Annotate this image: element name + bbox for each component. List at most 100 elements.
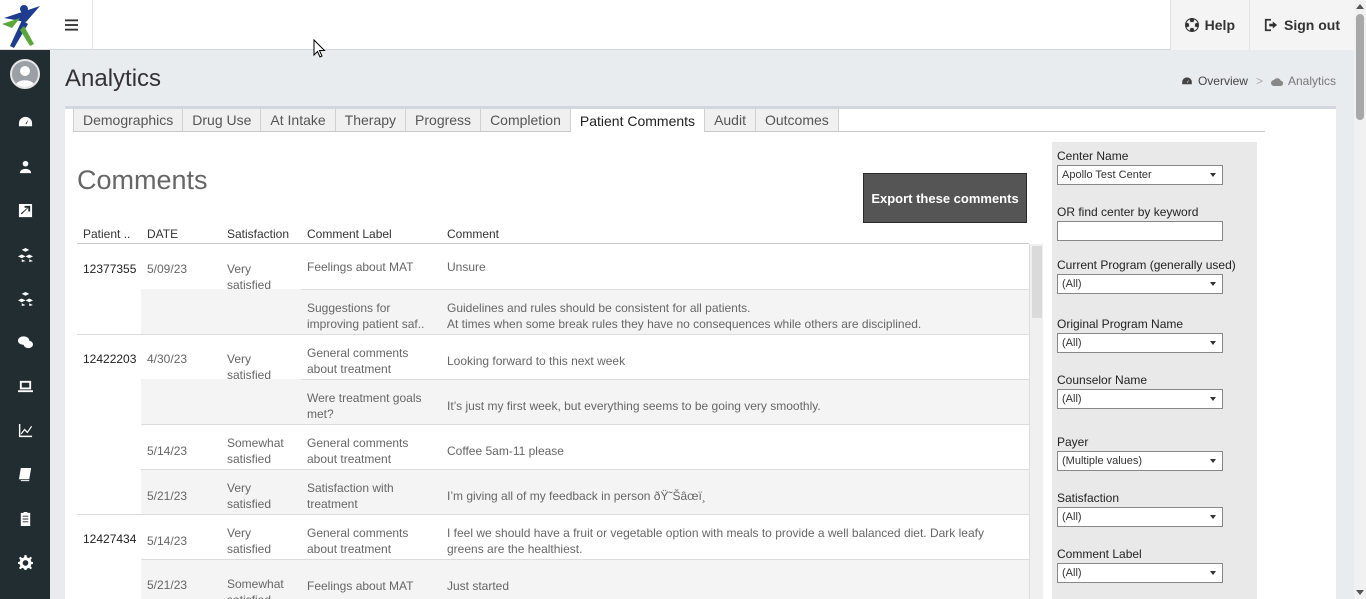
cell-label-line1: Suggestions for — [307, 301, 391, 315]
filter-satisfaction-select[interactable]: (All) — [1057, 507, 1223, 527]
menu-toggle-button[interactable] — [50, 0, 93, 50]
filter-current-program-label: Current Program (generally used) — [1057, 258, 1236, 272]
patient-id: 12427434 — [83, 532, 137, 546]
cell-satisfaction-line2: satisfied — [227, 497, 272, 511]
cell-comment-label: Suggestions for improving patient saf.. — [307, 300, 441, 332]
cell-label-line1: General comments — [307, 346, 409, 360]
col-patient[interactable]: Patient .. — [83, 227, 130, 241]
tab-patient-comments[interactable]: Patient Comments — [570, 109, 706, 132]
tab-at-intake[interactable]: At Intake — [261, 109, 336, 131]
breadcrumb-separator: > — [1255, 74, 1263, 88]
clipboard-icon — [20, 511, 30, 526]
patient-id: 12422203 — [83, 352, 137, 366]
external-icon — [18, 203, 32, 217]
cell-comment: Just started — [447, 578, 1022, 594]
tab-progress[interactable]: Progress — [406, 109, 482, 131]
filter-original-program-label: Original Program Name — [1057, 317, 1184, 331]
book-icon — [18, 467, 31, 481]
logo-icon — [2, 5, 40, 48]
signout-button[interactable]: Sign out — [1249, 0, 1354, 50]
page-scrollbar[interactable] — [1354, 0, 1366, 599]
filter-payer-select[interactable]: (Multiple values) — [1057, 451, 1223, 471]
filter-current-program-select[interactable]: (All) — [1057, 274, 1223, 294]
tab-demographics[interactable]: Demographics — [73, 109, 184, 131]
filter-original-program-select[interactable]: (All) — [1057, 333, 1223, 353]
cell-date: 4/30/23 — [147, 352, 188, 366]
col-satisfaction[interactable]: Satisfaction — [227, 227, 289, 241]
row-divider — [141, 559, 1029, 560]
cell-comment: Unsure — [447, 259, 1022, 275]
cell-comment: Guidelines and rules should be consisten… — [447, 300, 1022, 332]
filter-payer-label: Payer — [1057, 435, 1089, 449]
cell-comment-label: Satisfaction with treatment — [307, 480, 441, 512]
cell-date: 5/14/23 — [147, 444, 188, 458]
scroll-up-arrow-icon[interactable] — [1356, 4, 1364, 9]
row-divider — [141, 469, 1029, 470]
cell-date: 5/09/23 — [147, 262, 188, 276]
col-comment-label[interactable]: Comment Label — [307, 227, 392, 241]
dashboard-icon — [18, 116, 32, 126]
cell-label-line2: about treatment — [307, 542, 392, 556]
sidebar-item-library[interactable] — [0, 459, 50, 489]
cell-comment: Coffee 5am-11 please — [447, 443, 1022, 459]
cell-satisfaction: Very satisfied — [227, 480, 271, 512]
cell-comment-line1: I feel we should have a fruit or vegetab… — [447, 526, 984, 540]
cell-satisfaction-line1: Very — [227, 352, 252, 366]
cell-comment-line2: greens are the healthiest. — [447, 542, 583, 556]
scroll-down-arrow-icon[interactable] — [1356, 590, 1364, 595]
tab-completion[interactable]: Completion — [481, 109, 571, 131]
cell-comment-line1: I’m giving all of my feedback in person … — [447, 489, 706, 503]
cell-comment: I feel we should have a fruit or vegetab… — [447, 525, 1022, 557]
gear-icon — [17, 554, 33, 570]
filter-comment-label-select[interactable]: (All) — [1057, 563, 1223, 583]
cell-satisfaction: Very satisfied — [227, 351, 271, 383]
cell-comment-line1: Just started — [447, 579, 510, 593]
cell-satisfaction-line2: satisfied — [227, 368, 272, 382]
filter-counselor-select[interactable]: (All) — [1057, 389, 1223, 409]
cell-satisfaction-line2: satisfied — [227, 278, 272, 292]
cell-comment-line1: Unsure — [447, 260, 486, 274]
logo[interactable] — [0, 0, 50, 50]
cell-label-line1: Were treatment goals — [307, 391, 422, 405]
tab-drug-use[interactable]: Drug Use — [183, 109, 262, 131]
page-scrollbar-thumb[interactable] — [1356, 14, 1364, 120]
col-date[interactable]: DATE — [147, 227, 178, 241]
sidebar-item-dashboard[interactable] — [0, 107, 50, 137]
export-comments-button[interactable]: Export these comments — [863, 173, 1027, 223]
sidebar-item-devices[interactable] — [0, 371, 50, 401]
avatar-icon — [15, 66, 35, 87]
sidebar-item-programs[interactable] — [0, 239, 50, 269]
sidebar-item-groups[interactable] — [0, 283, 50, 313]
hamburger-icon — [64, 19, 78, 31]
sidebar-item-settings[interactable] — [0, 547, 50, 577]
help-button[interactable]: Help — [1171, 0, 1249, 50]
sidebar-item-analytics[interactable] — [0, 415, 50, 445]
table-scrollbar-thumb[interactable] — [1032, 246, 1042, 318]
breadcrumb-overview[interactable]: Overview — [1198, 74, 1248, 88]
analytics-panel: Demographics Drug Use At Intake Therapy … — [65, 106, 1336, 599]
sidebar-item-messages[interactable] — [0, 327, 50, 357]
filter-keyword-input[interactable] — [1057, 221, 1223, 241]
table-scrollbar[interactable] — [1029, 244, 1043, 599]
tab-outcomes[interactable]: Outcomes — [755, 109, 839, 131]
comments-title: Comments — [77, 165, 208, 195]
sidebar-item-external[interactable] — [0, 195, 50, 225]
cell-satisfaction: Somewhatsatisfied — [227, 576, 284, 599]
col-comment[interactable]: Comment — [447, 227, 499, 241]
user-avatar[interactable] — [10, 59, 40, 89]
top-actions: Help Sign out — [1169, 0, 1354, 50]
cell-comment-line1: Coffee 5am-11 please — [447, 444, 564, 458]
cell-date: 5/14/23 — [147, 534, 188, 548]
tab-therapy[interactable]: Therapy — [335, 109, 407, 131]
cell-satisfaction: Very satisfied — [227, 261, 271, 293]
sidebar-item-patients[interactable] — [0, 151, 50, 181]
cell-satisfaction-line2: satisfied — [227, 452, 272, 466]
filter-center-name-select[interactable]: Apollo Test Center — [1057, 165, 1223, 185]
sidebar-item-reports[interactable] — [0, 503, 50, 533]
filter-panel: Center Name Apollo Test Center OR find c… — [1052, 142, 1257, 599]
breadcrumb: Overview > Analytics — [1181, 74, 1336, 88]
page-title: Analytics — [65, 65, 162, 92]
cell-comment-label: General comments about treatment — [307, 435, 441, 467]
cell-label-line2: met? — [307, 407, 334, 421]
tab-audit[interactable]: Audit — [705, 109, 756, 131]
